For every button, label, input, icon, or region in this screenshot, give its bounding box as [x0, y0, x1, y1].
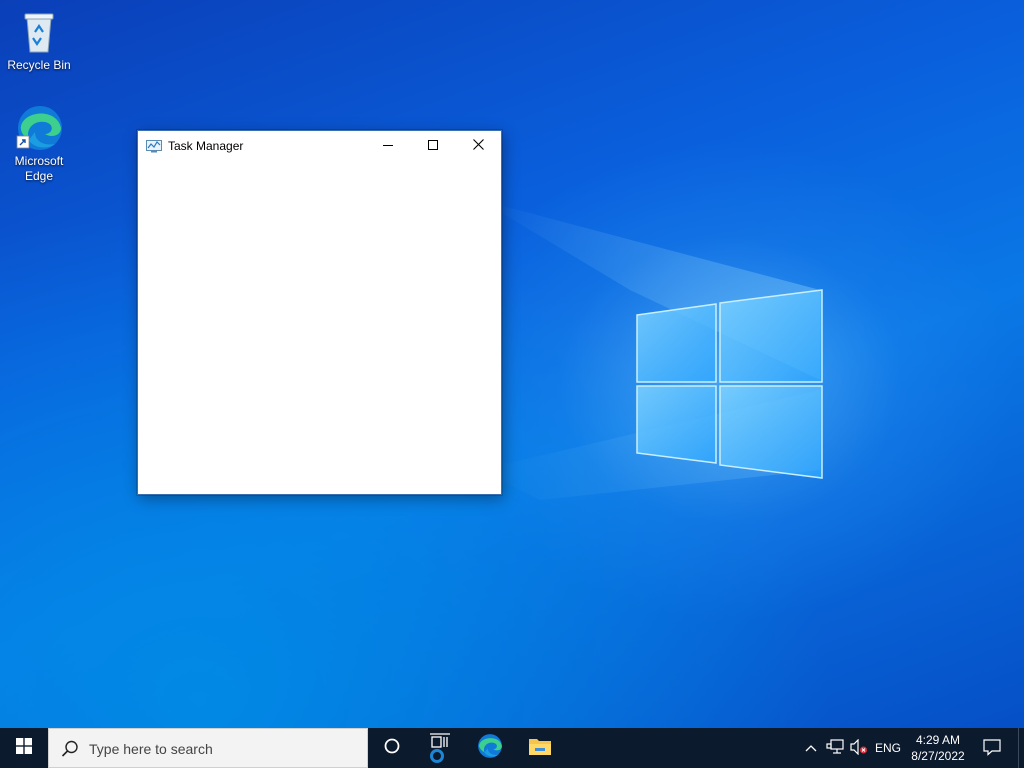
edge-icon	[477, 733, 503, 764]
taskbar: Type here to search ENG 4:29 AM 8/27/202…	[0, 728, 1024, 768]
desktop-icon-label: Microsoft Edge	[14, 154, 64, 183]
show-desktop-button[interactable]	[1018, 728, 1024, 768]
search-box[interactable]: Type here to search	[48, 728, 368, 768]
minimize-button[interactable]	[365, 131, 411, 161]
task-manager-icon	[146, 139, 162, 153]
cortana-icon	[383, 737, 401, 760]
cortana-button[interactable]	[368, 728, 416, 768]
close-icon	[472, 137, 484, 155]
title-bar[interactable]: Task Manager	[138, 131, 501, 161]
search-placeholder: Type here to search	[89, 741, 213, 757]
desktop-icon-label: Recycle Bin	[7, 58, 71, 72]
clock-time: 4:29 AM	[915, 733, 961, 747]
search-icon	[61, 740, 79, 758]
recycle-bin-icon	[15, 8, 63, 56]
task-manager-window[interactable]: Task Manager	[137, 130, 502, 495]
input-language-button[interactable]: ENG	[872, 728, 904, 768]
clock-date: 8/27/2022	[911, 749, 965, 763]
notification-icon	[983, 738, 1001, 759]
window-title: Task Manager	[168, 139, 244, 153]
task-view-icon	[429, 729, 451, 768]
chevron-up-icon	[805, 741, 817, 755]
volume-button[interactable]	[848, 728, 870, 768]
volume-muted-icon	[850, 738, 868, 758]
network-icon	[826, 738, 844, 758]
desktop-icon-microsoft-edge[interactable]: Microsoft Edge	[2, 104, 76, 184]
maximize-button[interactable]	[410, 131, 456, 161]
network-button[interactable]	[824, 728, 846, 768]
show-hidden-icons-button[interactable]	[800, 728, 822, 768]
maximize-icon	[428, 137, 438, 155]
close-button[interactable]	[455, 131, 501, 161]
file-explorer-icon	[528, 736, 552, 761]
task-view-button[interactable]	[416, 728, 464, 768]
desktop: Recycle Bin Microsoft Edge Task Manager	[0, 0, 1024, 728]
taskbar-file-explorer-button[interactable]	[516, 728, 564, 768]
clock[interactable]: 4:29 AM 8/27/2022	[904, 728, 972, 768]
windows-start-icon	[16, 737, 32, 759]
start-button[interactable]	[0, 728, 48, 768]
windows-logo-wallpaper	[480, 200, 823, 500]
minimize-icon	[383, 137, 393, 155]
edge-icon	[15, 104, 63, 152]
action-center-button[interactable]	[972, 728, 1012, 768]
desktop-icon-recycle-bin[interactable]: Recycle Bin	[2, 8, 76, 73]
taskbar-edge-button[interactable]	[466, 728, 514, 768]
